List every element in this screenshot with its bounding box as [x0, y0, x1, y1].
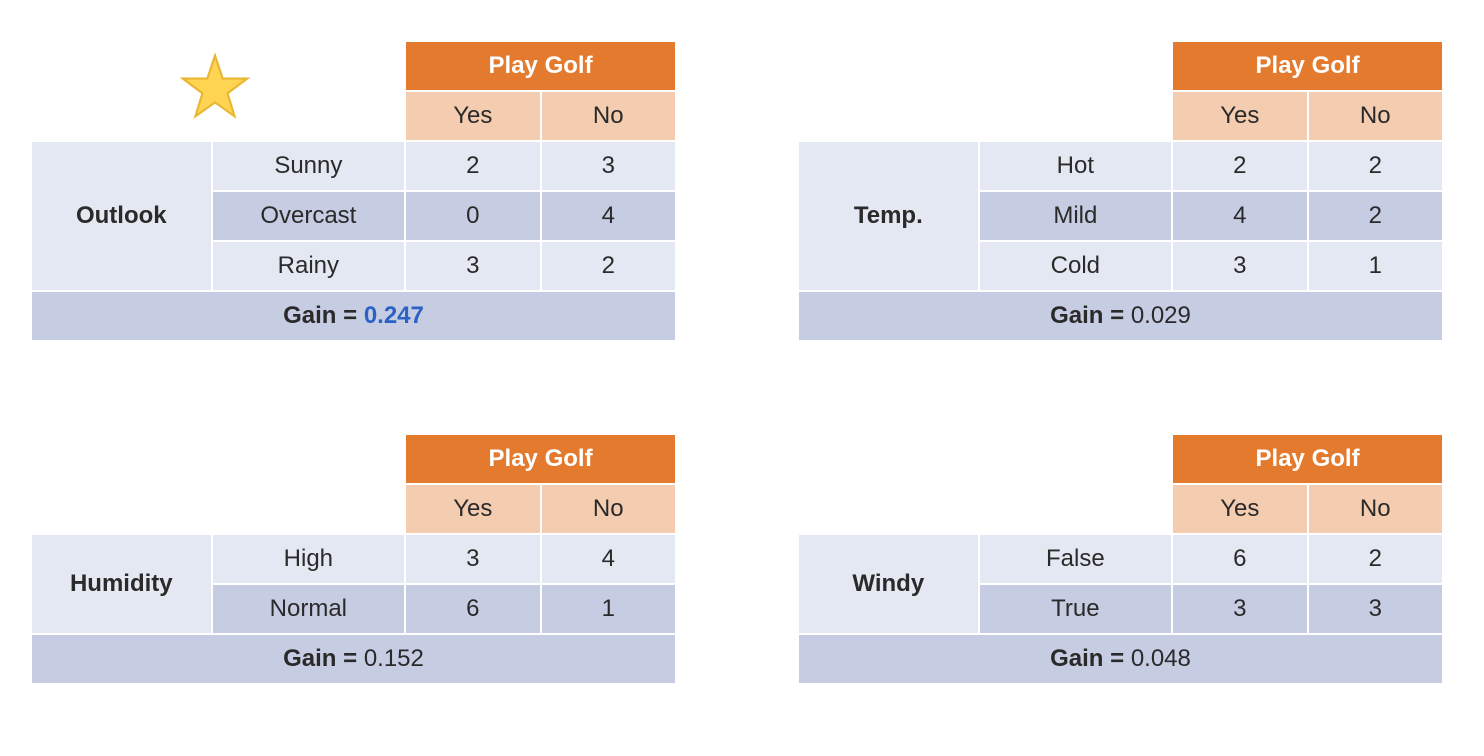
col-header-play: Play Golf	[1172, 41, 1443, 91]
contingency-table: Play GolfYesNoWindyFalse62True33Gain = 0…	[797, 433, 1444, 685]
contingency-table: Play GolfYesNoTemp.Hot22Mild42Cold31Gain…	[797, 40, 1444, 342]
category-cell: Overcast	[212, 191, 406, 241]
gain-value: 0.247	[364, 302, 424, 329]
attribute-card: Play GolfYesNoWindyFalse62True33Gain = 0…	[797, 433, 1444, 716]
category-cell: True	[979, 584, 1173, 634]
count-no-cell: 1	[541, 584, 676, 634]
count-yes-cell: 6	[405, 584, 540, 634]
count-no-cell: 4	[541, 534, 676, 584]
count-yes-cell: 3	[1172, 584, 1307, 634]
count-no-cell: 2	[1308, 534, 1443, 584]
gain-value: 0.152	[364, 645, 424, 672]
col-header-play: Play Golf	[405, 41, 676, 91]
row-header-attribute: Outlook	[31, 141, 212, 291]
gain-cell: Gain = 0.029	[798, 291, 1443, 341]
category-cell: Hot	[979, 141, 1173, 191]
row-header-attribute: Humidity	[31, 534, 212, 634]
attribute-card: Play GolfYesNoOutlookSunny23Overcast04Ra…	[30, 40, 677, 373]
row-header-attribute: Windy	[798, 534, 979, 634]
gain-cell: Gain = 0.048	[798, 634, 1443, 684]
gain-value: 0.029	[1131, 302, 1191, 329]
count-no-cell: 1	[1308, 241, 1443, 291]
count-yes-cell: 2	[405, 141, 540, 191]
category-cell: Mild	[979, 191, 1173, 241]
col-header-play: Play Golf	[405, 434, 676, 484]
attribute-card: Play GolfYesNoHumidityHigh34Normal61Gain…	[30, 433, 677, 716]
count-yes-cell: 4	[1172, 191, 1307, 241]
contingency-table: Play GolfYesNoOutlookSunny23Overcast04Ra…	[30, 40, 677, 342]
col-header-play: Play Golf	[1172, 434, 1443, 484]
count-no-cell: 4	[541, 191, 676, 241]
category-cell: High	[212, 534, 406, 584]
count-no-cell: 3	[541, 141, 676, 191]
category-cell: Normal	[212, 584, 406, 634]
col-header-yes: Yes	[1172, 484, 1307, 534]
best-gain-star	[180, 52, 250, 122]
gain-label: Gain =	[1050, 302, 1131, 329]
count-yes-cell: 3	[1172, 241, 1307, 291]
category-cell: False	[979, 534, 1173, 584]
gain-label: Gain =	[1050, 645, 1131, 672]
count-no-cell: 2	[1308, 141, 1443, 191]
col-header-yes: Yes	[405, 484, 540, 534]
count-yes-cell: 2	[1172, 141, 1307, 191]
row-header-attribute: Temp.	[798, 141, 979, 291]
count-yes-cell: 3	[405, 241, 540, 291]
col-header-yes: Yes	[1172, 91, 1307, 141]
count-yes-cell: 0	[405, 191, 540, 241]
gain-value: 0.048	[1131, 645, 1191, 672]
star-icon	[180, 52, 250, 122]
contingency-table: Play GolfYesNoHumidityHigh34Normal61Gain…	[30, 433, 677, 685]
gain-cell: Gain = 0.247	[31, 291, 676, 341]
col-header-yes: Yes	[405, 91, 540, 141]
attribute-card: Play GolfYesNoTemp.Hot22Mild42Cold31Gain…	[797, 40, 1444, 373]
gain-cell: Gain = 0.152	[31, 634, 676, 684]
count-yes-cell: 6	[1172, 534, 1307, 584]
gain-label: Gain =	[283, 302, 364, 329]
count-no-cell: 2	[1308, 191, 1443, 241]
count-yes-cell: 3	[405, 534, 540, 584]
col-header-no: No	[1308, 91, 1443, 141]
col-header-no: No	[541, 484, 676, 534]
category-cell: Sunny	[212, 141, 406, 191]
category-cell: Cold	[979, 241, 1173, 291]
gain-label: Gain =	[283, 645, 364, 672]
col-header-no: No	[541, 91, 676, 141]
category-cell: Rainy	[212, 241, 406, 291]
count-no-cell: 3	[1308, 584, 1443, 634]
count-no-cell: 2	[541, 241, 676, 291]
col-header-no: No	[1308, 484, 1443, 534]
